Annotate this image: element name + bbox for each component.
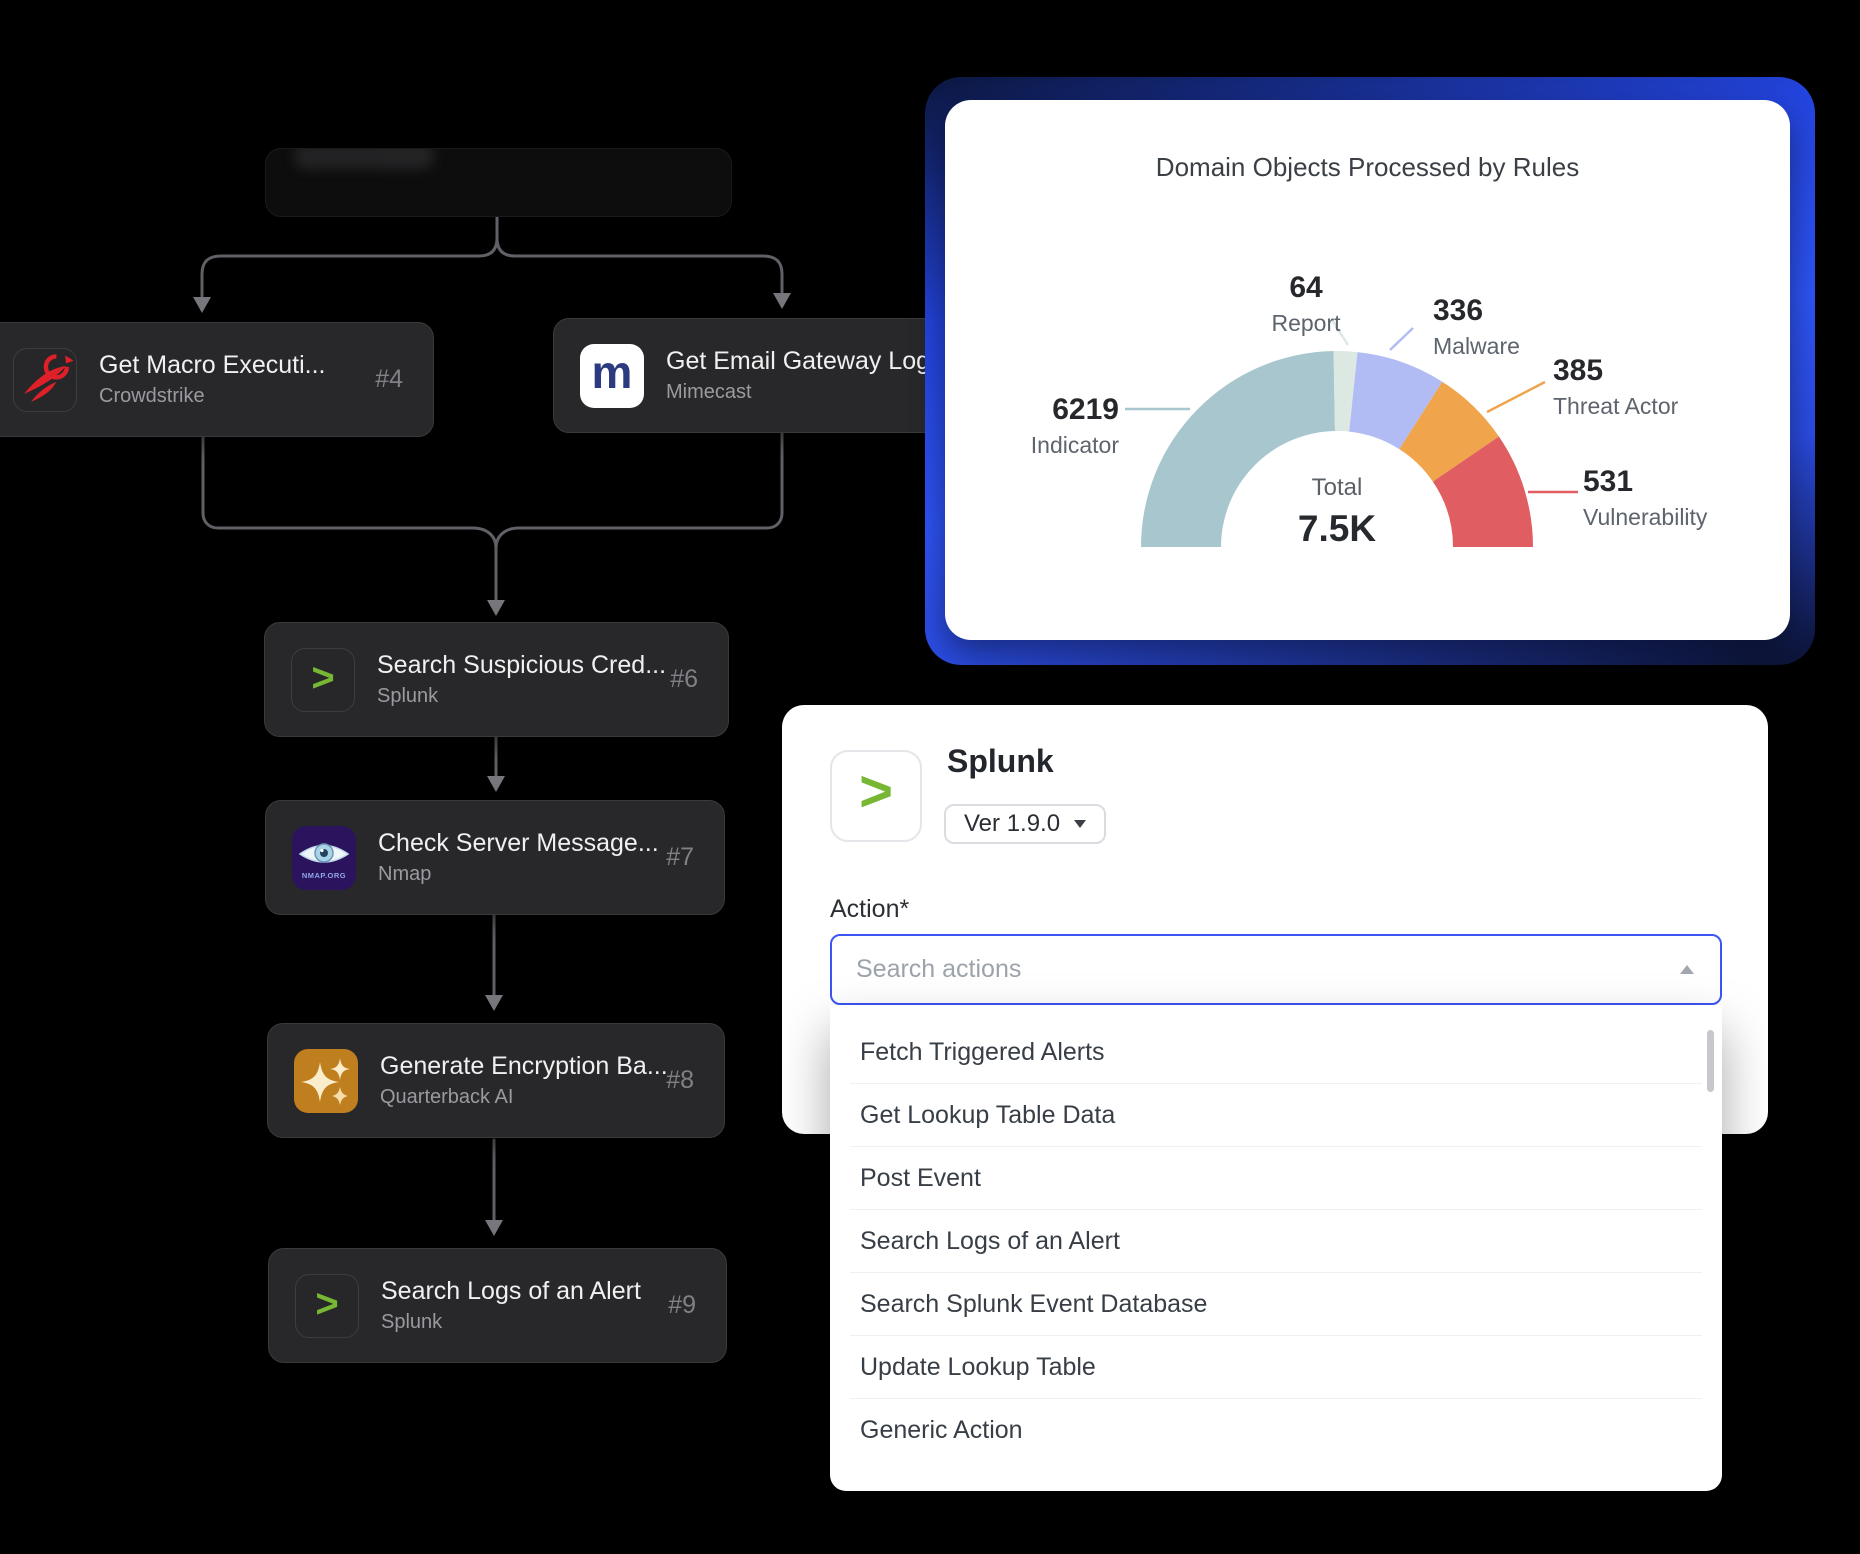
segment-label-threat-actor: 385 Threat Actor [1553,354,1678,420]
node-number: #8 [666,1066,724,1095]
splunk-logo-icon: > [830,750,922,842]
node-app: Quarterback AI [380,1086,666,1109]
arrowhead-icon [485,995,503,1011]
nmap-org-caption: NMAP.ORG [302,871,346,880]
gauge-total: Total 7.5K [1237,474,1437,550]
sparkles-icon [294,1049,358,1113]
total-value: 7.5K [1237,508,1437,550]
version-label: Ver 1.9.0 [964,810,1060,838]
arrowhead-icon [193,297,211,313]
dropdown-scrollbar[interactable] [1707,1030,1714,1092]
option-search-splunk-event-database[interactable]: Search Splunk Event Database [830,1273,1722,1335]
segment-label-report: 64 Report [1246,271,1366,337]
action-search-box [830,934,1722,1005]
segment-name: Malware [1433,333,1520,360]
node-title: Check Server Message... [378,829,659,858]
option-update-lookup-table[interactable]: Update Lookup Table [830,1336,1722,1398]
node-title: Search Logs of an Alert [381,1277,641,1306]
node-app: Mimecast [666,381,930,404]
segment-value: 336 [1433,294,1520,328]
app-name: Splunk [947,743,1054,780]
segment-value: 385 [1553,354,1678,388]
splunk-chevron-icon: > [291,648,355,712]
node-app: Crowdstrike [99,385,325,408]
segment-value: 6219 [945,393,1119,427]
segment-name: Indicator [945,432,1119,459]
screen: Get Macro Executi... Crowdstrike #4 m Ge… [0,0,1860,1554]
node-number: #7 [666,843,724,872]
node-title: Generate Encryption Ba... [380,1052,666,1081]
leader-line [1487,382,1545,412]
arrowhead-icon [487,600,505,616]
workflow-node-search-logs-of-alert[interactable]: > Search Logs of an Alert Splunk #9 [268,1248,727,1363]
faded-node-glow [294,148,434,169]
action-field-label: Action* [830,895,909,924]
action-options-dropdown: Fetch Triggered Alerts Get Lookup Table … [830,1005,1722,1491]
arrowhead-icon [487,776,505,792]
node-app: Splunk [377,685,666,708]
node-number: #9 [668,1291,726,1320]
leader-line [1390,328,1413,350]
node-title: Get Macro Executi... [99,351,325,380]
version-dropdown[interactable]: Ver 1.9.0 [944,804,1106,844]
option-search-logs-of-an-alert[interactable]: Search Logs of an Alert [830,1210,1722,1272]
arrowhead-icon [485,1220,503,1236]
option-post-event[interactable]: Post Event [830,1147,1722,1209]
workflow-node-search-suspicious-credentials[interactable]: > Search Suspicious Cred... Splunk #6 [264,622,729,737]
domain-objects-chart-card: Domain Objects Processed by Rules 6219 I… [945,100,1790,640]
chevron-down-icon [1074,820,1086,828]
segment-name: Threat Actor [1553,393,1678,420]
arrowhead-icon [773,293,791,309]
chevron-up-icon[interactable] [1680,965,1694,974]
splunk-chevron-icon: > [295,1274,359,1338]
segment-label-indicator: 6219 Indicator [945,393,1119,459]
workflow-node-faded[interactable] [265,148,732,217]
nmap-eye-icon: NMAP.ORG [292,826,356,890]
option-fetch-triggered-alerts[interactable]: Fetch Triggered Alerts [830,1021,1722,1083]
node-title: Get Email Gateway Log [666,347,930,376]
node-title: Search Suspicious Cred... [377,651,666,680]
node-number: #4 [375,365,433,394]
segment-name: Vulnerability [1583,504,1707,531]
workflow-node-get-macro-execution[interactable]: Get Macro Executi... Crowdstrike #4 [0,322,434,437]
segment-name: Report [1246,310,1366,337]
mimecast-logo-icon: m [580,344,644,408]
segment-label-malware: 336 Malware [1433,294,1520,360]
required-marker: * [899,895,909,923]
workflow-node-generate-encryption[interactable]: Generate Encryption Ba... Quarterback AI… [267,1023,725,1138]
segment-value: 531 [1583,465,1707,499]
option-generic-action[interactable]: Generic Action [830,1399,1722,1461]
crowdstrike-falcon-icon [13,348,77,412]
total-label: Total [1237,474,1437,502]
node-number: #6 [670,665,728,694]
segment-value: 64 [1246,271,1366,305]
segment-label-vulnerability: 531 Vulnerability [1583,465,1707,531]
action-search-input[interactable] [832,955,1680,984]
node-app: Splunk [381,1311,641,1334]
node-app: Nmap [378,863,659,886]
option-get-lookup-table-data[interactable]: Get Lookup Table Data [830,1084,1722,1146]
workflow-node-check-server-message[interactable]: NMAP.ORG Check Server Message... Nmap #7 [265,800,725,915]
